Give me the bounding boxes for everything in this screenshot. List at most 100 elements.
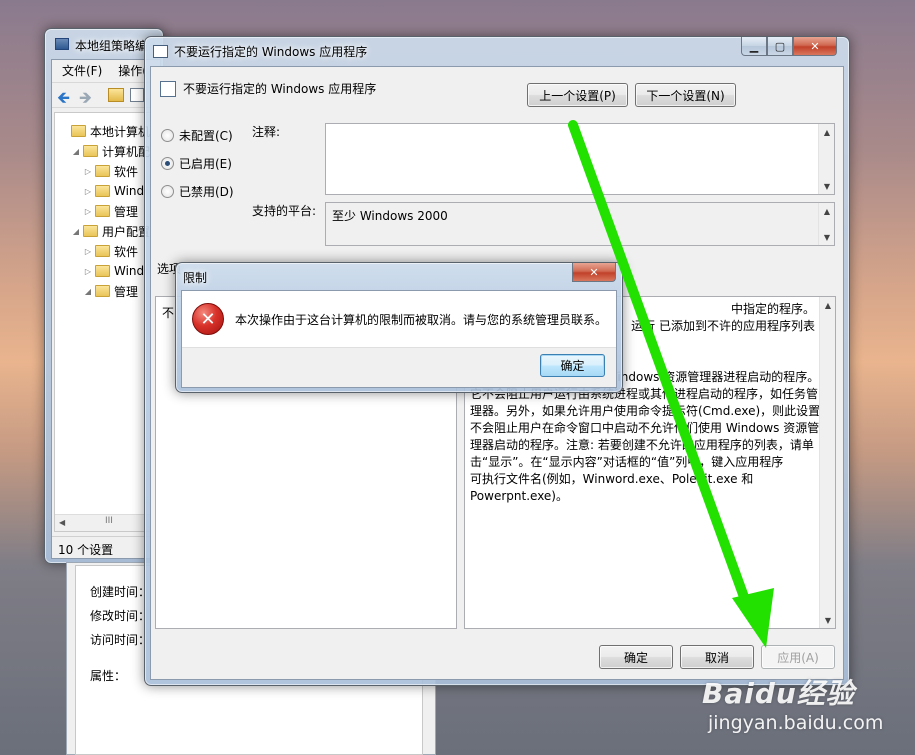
up-folder-icon[interactable] <box>108 88 124 102</box>
radio-disabled-dot[interactable] <box>161 185 174 198</box>
tree-item-label: 本地计算机 <box>90 124 151 139</box>
baidu-watermark: Baidu经验 jingyan.baidu.com <box>700 672 910 742</box>
ok-button[interactable]: 确定 <box>599 645 673 669</box>
maximize-button[interactable]: ▢ <box>767 37 793 56</box>
platform-scroll-down-icon[interactable]: ▼ <box>819 229 835 245</box>
folder-icon <box>95 285 110 297</box>
tree-item[interactable]: 本地计算机 <box>55 121 150 141</box>
error-icon: ✕ <box>192 303 224 335</box>
gpedit-app-icon <box>55 38 69 50</box>
tree-expander-icon[interactable]: ▷ <box>83 267 93 276</box>
tree-expander-icon[interactable]: ◢ <box>83 287 93 296</box>
policy-setting-icon <box>160 81 176 97</box>
comment-scrollbar[interactable]: ▲ ▼ <box>818 124 834 194</box>
modified-time-label: 修改时间： <box>90 609 151 623</box>
tree-hscrollbar[interactable]: ◀ III <box>55 514 153 531</box>
radio-not-configured[interactable]: 未配置(C) <box>161 127 233 144</box>
folder-icon <box>83 145 98 157</box>
gpedit-window-title: 本地组策略编 <box>75 39 148 53</box>
tree-item[interactable]: ▷ Wind <box>55 181 144 201</box>
cancel-button[interactable]: 取消 <box>680 645 754 669</box>
gpedit-tree: 本地计算机 ◢ 计算机配 ▷ 软件 ▷ Wind ▷ 管理 ◢ 用户配置 ▷ 软件 ▷ Wind ◢ 管理 ◀ … <box>54 112 154 532</box>
close-button[interactable]: ✕ <box>793 37 837 56</box>
next-setting-button[interactable]: 下一个设置(N) <box>635 83 736 107</box>
tree-expander-icon[interactable]: ▷ <box>83 247 93 256</box>
tree-item[interactable]: ▷ 软件 <box>55 241 138 261</box>
alert-caption-buttons: ✕ <box>572 263 616 283</box>
scroll-up-arrow-icon[interactable]: ▲ <box>819 124 835 140</box>
radio-enabled[interactable]: 已启用(E) <box>161 155 232 172</box>
forward-arrow-icon[interactable]: 🡺 <box>79 87 92 114</box>
attributes-label: 属性： <box>90 669 127 683</box>
folder-icon <box>83 225 98 237</box>
minimize-icon: ▁ <box>749 39 759 53</box>
tree-item[interactable]: ◢ 用户配置 <box>55 221 150 241</box>
menu-file[interactable]: 文件(F) <box>62 62 102 79</box>
accessed-time-label: 访问时间： <box>90 633 151 647</box>
radio-enabled-label: 已启用(E) <box>179 157 232 171</box>
radio-enabled-dot[interactable] <box>161 157 174 170</box>
back-arrow-icon[interactable]: 🡸 <box>57 87 70 114</box>
setting-count: 10 个设置 <box>58 543 114 557</box>
help-text-line: 理器启动的程序。注意: 若要创建不允许的应用程序的列表，请单 <box>470 438 814 452</box>
menu-action[interactable]: 操作( <box>118 62 147 79</box>
tree-expander-icon[interactable]: ◢ <box>71 147 81 156</box>
policy-header-title: 不要运行指定的 Windows 应用程序 <box>183 82 377 96</box>
previous-setting-button[interactable]: 上一个设置(P) <box>527 83 628 107</box>
folder-icon <box>95 165 110 177</box>
watermark-url: jingyan.baidu.com <box>708 712 884 734</box>
tree-item[interactable]: ◢ 计算机配 <box>55 141 150 161</box>
help-text-line: 运行 已添加到不许的应用程序列表 <box>631 319 815 333</box>
help-scroll-down-icon[interactable]: ▼ <box>820 612 835 628</box>
help-text-line: 中指定的程序。 <box>730 302 815 316</box>
tree-expander-icon[interactable]: ▷ <box>83 207 93 216</box>
platform-scroll-up-icon[interactable]: ▲ <box>819 203 835 219</box>
help-scrollbar[interactable]: ▲ ▼ <box>819 297 835 628</box>
alert-client: ✕ 本次操作由于这台计算机的限制而被取消。请与您的系统管理员联系。 确定 <box>181 290 617 388</box>
help-text-line: 击“显示”。在“显示内容”对话框的“值”列中，键入应用程序 <box>470 455 784 469</box>
policy-window-icon <box>153 45 168 58</box>
show-hide-tree-icon[interactable] <box>130 88 144 102</box>
baidu-jingyan-logo: Baidu经验 <box>702 677 855 710</box>
help-text-line: 理器。另外，如果允许用户使用命令提示符(Cmd.exe)，则此设置 <box>470 404 821 418</box>
tree-item[interactable]: ▷ 软件 <box>55 161 138 181</box>
alert-close-button[interactable]: ✕ <box>572 263 616 282</box>
tree-item-label: 软件 <box>114 164 139 179</box>
radio-not-configured-label: 未配置(C) <box>179 129 233 143</box>
alert-close-icon: ✕ <box>589 265 599 279</box>
alert-title: 限制 <box>183 271 208 285</box>
tree-item-label: 计算机配 <box>102 144 151 159</box>
folder-icon <box>95 205 110 217</box>
folder-icon <box>95 185 110 197</box>
radio-disabled-label: 已禁用(D) <box>179 185 234 199</box>
folder-icon <box>71 125 86 137</box>
platform-scrollbar[interactable]: ▲ ▼ <box>818 203 834 245</box>
radio-not-configured-dot[interactable] <box>161 129 174 142</box>
folder-icon <box>95 265 110 277</box>
tree-item[interactable]: ▷ Wind <box>55 261 144 281</box>
close-icon: ✕ <box>810 39 820 53</box>
help-text-line: 可执行文件名(例如，Winword.exe、Poledit.exe 和 <box>470 472 754 486</box>
help-scroll-up-icon[interactable]: ▲ <box>820 297 835 313</box>
platform-label: 支持的平台: <box>252 204 317 218</box>
platform-field: 至少 Windows 2000 ▲ ▼ <box>325 202 835 246</box>
comment-label: 注释: <box>252 125 281 139</box>
hscroll-thumb[interactable]: III <box>105 516 113 526</box>
apply-button[interactable]: 应用(A) <box>761 645 835 669</box>
scroll-down-arrow-icon[interactable]: ▼ <box>819 178 835 194</box>
radio-disabled[interactable]: 已禁用(D) <box>161 183 234 200</box>
policy-window-title: 不要运行指定的 Windows 应用程序 <box>174 45 368 59</box>
created-time-label: 创建时间： <box>90 585 151 599</box>
restriction-alert: 限制 ✕ ✕ 本次操作由于这台计算机的限制而被取消。请与您的系统管理员联系。 确… <box>175 262 623 393</box>
alert-ok-button[interactable]: 确定 <box>540 354 605 377</box>
alert-message: 本次操作由于这台计算机的限制而被取消。请与您的系统管理员联系。 <box>235 313 608 327</box>
comment-textarea[interactable]: ▲ ▼ <box>325 123 835 195</box>
tree-expander-icon[interactable]: ▷ <box>83 167 93 176</box>
tree-expander-icon[interactable]: ▷ <box>83 187 93 196</box>
tree-expander-icon[interactable]: ◢ <box>71 227 81 236</box>
minimize-button[interactable]: ▁ <box>741 37 767 56</box>
tree-item[interactable]: ▷ 管理 <box>55 201 138 221</box>
maximize-icon: ▢ <box>774 39 786 53</box>
tree-item[interactable]: ◢ 管理 <box>55 281 138 301</box>
scroll-left-arrow-icon[interactable]: ◀ <box>59 518 65 527</box>
